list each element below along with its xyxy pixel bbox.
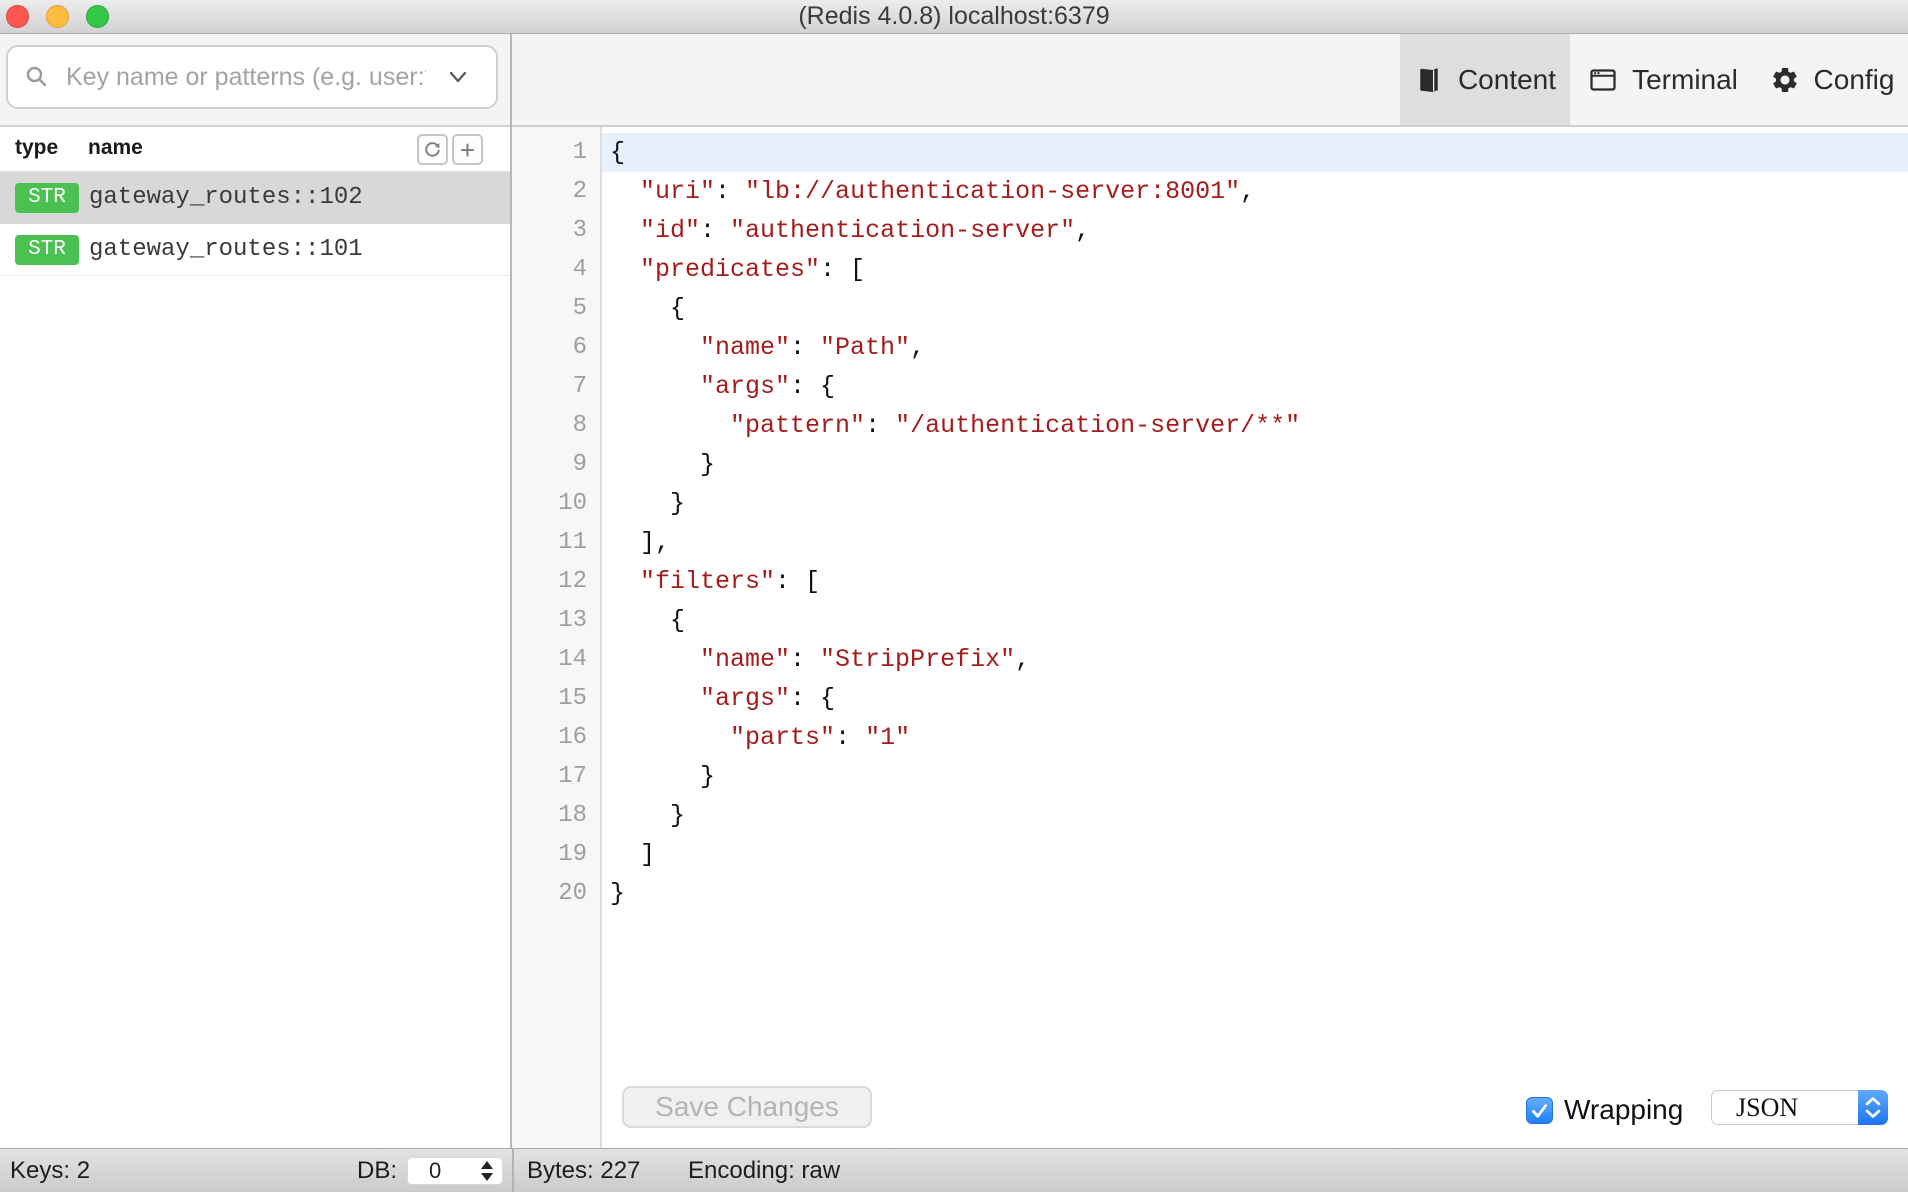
stepper-arrows-icon [481,1161,493,1181]
code-line[interactable]: { [602,601,1908,640]
tab-label: Terminal [1632,64,1738,96]
line-number: 9 [512,445,600,484]
line-number: 4 [512,250,600,289]
tab-content[interactable]: Content [1400,34,1570,125]
check-icon [1529,1100,1550,1121]
gear-icon [1770,65,1800,95]
key-type-badge: STR [15,183,79,213]
encoding-info: Encoding: raw [688,1149,840,1192]
key-name: gateway_routes::102 [89,184,363,211]
line-number: 10 [512,484,600,523]
statusbar-divider [512,1149,514,1192]
line-number: 6 [512,328,600,367]
code-line[interactable]: } [602,445,1908,484]
db-label: DB: [357,1149,397,1192]
line-number: 16 [512,718,600,757]
code-line[interactable]: ] [602,835,1908,874]
line-number: 17 [512,757,600,796]
db-stepper[interactable]: 0 [407,1157,503,1185]
line-number: 14 [512,640,600,679]
line-number: 5 [512,289,600,328]
add-key-button[interactable]: + [452,134,483,165]
keys-count: Keys: 2 [10,1149,90,1192]
line-number: 18 [512,796,600,835]
code-line[interactable]: } [602,874,1908,913]
code-line[interactable]: } [602,484,1908,523]
search-panel [0,34,510,127]
bytes-info: Bytes: 227 [527,1149,640,1192]
line-number: 20 [512,874,600,913]
key-sidebar: type name + STR gateway_routes::102 STR … [0,34,512,1148]
code-line[interactable]: "parts": "1" [602,718,1908,757]
window-title: (Redis 4.0.8) localhost:6379 [0,0,1908,33]
line-number: 1 [512,133,600,172]
line-number: 8 [512,406,600,445]
key-type-badge: STR [15,235,79,265]
tab-bar: Content Terminal Config [512,34,1908,127]
key-table-header: type name + [0,127,510,172]
code-line[interactable]: { [602,289,1908,328]
search-icon [24,64,51,91]
key-name: gateway_routes::101 [89,236,363,263]
code-line[interactable]: } [602,796,1908,835]
key-row-gateway-routes-101[interactable]: STR gateway_routes::101 [0,224,510,276]
line-number: 19 [512,835,600,874]
code-line[interactable]: "pattern": "/authentication-server/**" [602,406,1908,445]
code-line[interactable]: } [602,757,1908,796]
line-number: 7 [512,367,600,406]
terminal-icon [1588,65,1618,95]
code-line[interactable]: "filters": [ [602,562,1908,601]
line-number: 2 [512,172,600,211]
code-line[interactable]: "id": "authentication-server", [602,211,1908,250]
status-bar: Keys: 2 DB: 0 Bytes: 227 Encoding: raw [0,1148,1908,1192]
code-line[interactable]: ], [602,523,1908,562]
code-line[interactable]: "predicates": [ [602,250,1908,289]
code-lines[interactable]: { "uri": "lb://authentication-server:800… [602,127,1908,1148]
code-line[interactable]: "name": "Path", [602,328,1908,367]
line-number: 13 [512,601,600,640]
format-select-value: JSON [1712,1093,1859,1123]
refresh-keys-button[interactable] [417,134,448,165]
column-header-type: type [15,127,58,172]
tab-terminal[interactable]: Terminal [1570,34,1756,125]
select-stepper-icon [1858,1090,1888,1125]
search-input[interactable] [6,45,498,109]
code-line[interactable]: "name": "StripPrefix", [602,640,1908,679]
chevron-down-icon[interactable] [446,67,470,87]
refresh-icon [422,139,443,160]
line-number: 3 [512,211,600,250]
line-number: 11 [512,523,600,562]
format-select[interactable]: JSON [1711,1090,1888,1125]
code-line[interactable]: "uri": "lb://authentication-server:8001"… [602,172,1908,211]
code-line[interactable]: "args": { [602,679,1908,718]
title-bar: (Redis 4.0.8) localhost:6379 [0,0,1908,34]
save-changes-button[interactable]: Save Changes [622,1086,872,1128]
line-number: 12 [512,562,600,601]
tab-label: Content [1458,64,1556,96]
content-pane: Content Terminal Config 1234567891011121… [512,34,1908,1148]
code-line[interactable]: { [602,133,1908,172]
code-line[interactable]: "args": { [602,367,1908,406]
line-number: 15 [512,679,600,718]
json-editor[interactable]: 1234567891011121314151617181920 { "uri":… [512,127,1908,1148]
plus-icon: + [460,135,475,165]
column-header-name: name [88,127,143,172]
line-numbers: 1234567891011121314151617181920 [512,127,602,1148]
db-value: 0 [429,1158,481,1184]
key-row-gateway-routes-102[interactable]: STR gateway_routes::102 [0,172,510,224]
tab-config[interactable]: Config [1756,34,1908,125]
tab-label: Config [1814,64,1895,96]
wrapping-label: Wrapping [1564,1094,1683,1126]
wrapping-checkbox[interactable] [1526,1097,1553,1124]
book-icon [1414,65,1444,95]
